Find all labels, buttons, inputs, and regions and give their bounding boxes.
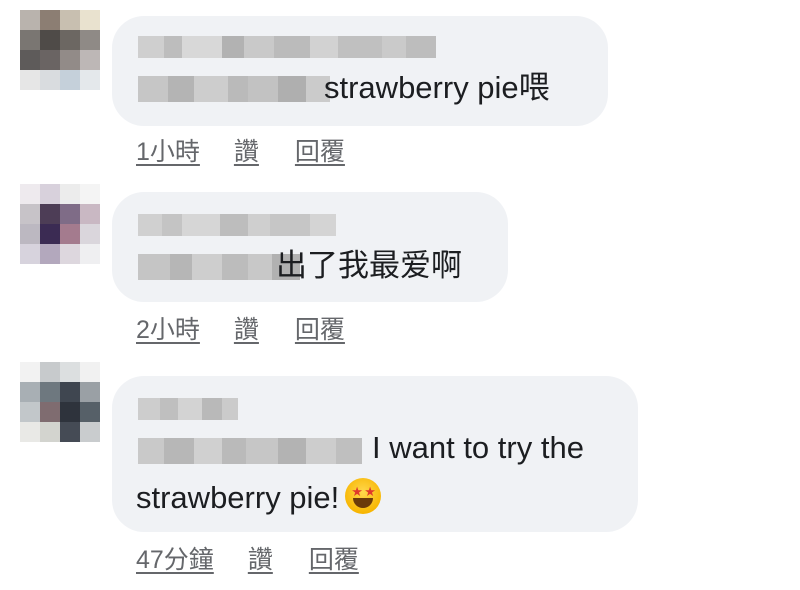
like-button[interactable]: 讚: [234, 310, 259, 346]
blurred-mention: [138, 438, 362, 464]
blurred-author-name: [138, 36, 436, 58]
like-button[interactable]: 讚: [248, 540, 273, 576]
comment-actions: 2小時 讚 回覆: [136, 310, 345, 346]
reply-button[interactable]: 回覆: [309, 540, 359, 576]
comment-text-line-1: I want to try the: [372, 430, 584, 465]
timestamp-link[interactable]: 47分鐘: [136, 540, 214, 576]
blurred-author-name: [138, 398, 238, 420]
avatar[interactable]: [20, 362, 100, 442]
star-struck-emoji-icon: [345, 478, 382, 514]
avatar[interactable]: [20, 184, 100, 264]
avatar[interactable]: [20, 10, 100, 90]
reply-button[interactable]: 回覆: [295, 132, 345, 168]
blurred-mention: [138, 76, 330, 102]
like-button[interactable]: 讚: [234, 132, 259, 168]
comment-text: strawberry pie喂: [324, 70, 550, 105]
timestamp-link[interactable]: 1小時: [136, 132, 200, 168]
comment-actions: 1小時 讚 回覆: [136, 132, 345, 168]
comment-actions: 47分鐘 讚 回覆: [136, 540, 359, 576]
timestamp-link[interactable]: 2小時: [136, 310, 200, 346]
comment-text-line-2: strawberry pie!: [136, 478, 382, 518]
comment-text: 出了我最爱啊: [276, 248, 462, 283]
reply-button[interactable]: 回覆: [295, 310, 345, 346]
blurred-author-name: [138, 214, 336, 236]
comment-text-line-2-text: strawberry pie!: [136, 480, 340, 515]
